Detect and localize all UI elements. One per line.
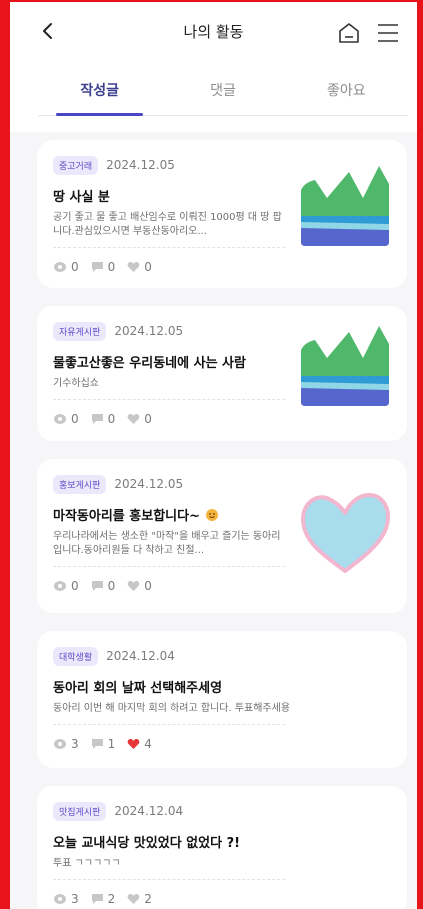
hugging-face-emoji-icon — [205, 509, 218, 521]
post-thumbnail-image — [301, 493, 390, 573]
post-title: 오늘 교내식당 맛있었다 없었다 ?! — [53, 836, 241, 851]
hamburger-menu-icon — [378, 24, 398, 42]
divider — [53, 247, 285, 248]
home-icon — [339, 23, 359, 43]
like-count: 4 — [144, 737, 152, 751]
tab-bar: 작성글 댓글 좋아요 — [38, 72, 408, 116]
heart-icon[interactable] — [127, 738, 140, 750]
post-title-text: 마작동아리를 홍보합니다~ — [53, 509, 200, 524]
category-badge: 자유게시판 — [53, 321, 107, 341]
like-count: 0 — [144, 579, 152, 593]
eye-icon — [54, 894, 66, 904]
post-date: 2024.12.04 — [106, 649, 175, 663]
view-count: 3 — [71, 892, 79, 906]
post-preview: 동아리 이번 해 마지막 회의 하려고 합니다. 투표해주세용 — [53, 703, 291, 714]
comment-count: 1 — [107, 737, 116, 751]
post-preview: 우리나라에서는 생소한 "마작"을 배우고 즐기는 동아리입니다.동아리원들 다… — [53, 531, 281, 556]
like-count: 2 — [144, 892, 152, 906]
post-stats: 3 2 2 — [53, 892, 391, 906]
comment-icon — [91, 739, 103, 749]
post-preview: 투표 ㄱㄱㄱㄱㄱ — [53, 858, 121, 869]
post-thumbnail-image — [301, 166, 389, 246]
post-card[interactable]: 대학생활 2024.12.04 동아리 회의 날짜 선택해주세영 동아리 이번 … — [37, 631, 407, 768]
like-count: 0 — [144, 412, 152, 426]
post-stats: 0 0 0 — [53, 260, 391, 274]
post-stats: 3 1 4 — [53, 737, 391, 751]
category-badge: 홍보게시판 — [53, 474, 107, 494]
post-preview: 공기 좋고 물 좋고 배산임수로 이뤄진 1000평 대 땅 팝니다.관심있으시… — [53, 212, 282, 237]
divider — [53, 566, 285, 567]
tab-posts[interactable]: 작성글 — [38, 72, 161, 116]
header: 나의 활동 작성글 댓글 좋아요 — [10, 2, 417, 132]
post-date: 2024.12.05 — [114, 324, 184, 338]
post-card[interactable]: 맛집게시판 2024.12.04 오늘 교내식당 맛있었다 없었다 ?! 투표 … — [37, 786, 407, 909]
eye-icon — [54, 414, 66, 424]
app-frame: 나의 활동 작성글 댓글 좋아요 중고거래 2024.12.05 땅 사실 분 … — [0, 0, 423, 909]
post-date: 2024.12.05 — [114, 477, 184, 491]
post-stats: 0 0 0 — [53, 579, 391, 593]
comment-count: 0 — [107, 412, 116, 426]
menu-button[interactable] — [376, 22, 400, 44]
post-date: 2024.12.05 — [106, 158, 175, 172]
comment-icon — [91, 414, 103, 424]
heart-icon[interactable] — [127, 261, 140, 273]
eye-icon — [54, 262, 66, 272]
post-list: 중고거래 2024.12.05 땅 사실 분 공기 좋고 물 좋고 배산임수로 … — [37, 140, 407, 909]
divider — [53, 879, 285, 880]
post-title: 동아리 회의 날짜 선택해주세영 — [53, 681, 223, 696]
heart-icon[interactable] — [127, 413, 140, 425]
view-count: 0 — [71, 260, 79, 274]
post-date: 2024.12.04 — [114, 804, 184, 818]
tab-likes[interactable]: 좋아요 — [285, 72, 408, 115]
post-card[interactable]: 자유게시판 2024.12.05 물좋고산좋은 우리동네에 사는 사람 기수하십… — [37, 306, 407, 441]
comment-icon — [91, 581, 103, 591]
category-badge: 중고거래 — [53, 155, 99, 175]
comment-count: 2 — [107, 892, 116, 906]
view-count: 0 — [71, 579, 79, 593]
like-count: 0 — [144, 260, 152, 274]
comment-icon — [91, 262, 103, 272]
tab-comments[interactable]: 댓글 — [161, 72, 284, 115]
view-count: 3 — [71, 737, 79, 751]
divider — [53, 724, 285, 725]
post-card[interactable]: 중고거래 2024.12.05 땅 사실 분 공기 좋고 물 좋고 배산임수로 … — [37, 140, 407, 288]
category-badge: 맛집게시판 — [53, 801, 107, 821]
post-card[interactable]: 홍보게시판 2024.12.05 마작동아리를 홍보합니다~ 우리나라에서는 생… — [37, 459, 407, 613]
category-badge: 대학생활 — [53, 646, 99, 666]
comment-count: 0 — [107, 579, 116, 593]
post-preview: 기수하십쇼 — [53, 378, 99, 389]
view-count: 0 — [71, 412, 79, 426]
divider — [53, 399, 285, 400]
eye-icon — [54, 581, 66, 591]
post-thumbnail-image — [301, 326, 389, 406]
comment-count: 0 — [107, 260, 116, 274]
heart-icon[interactable] — [127, 580, 140, 592]
home-button[interactable] — [337, 21, 361, 45]
eye-icon — [54, 739, 66, 749]
heart-icon[interactable] — [127, 893, 140, 905]
comment-icon — [91, 894, 103, 904]
